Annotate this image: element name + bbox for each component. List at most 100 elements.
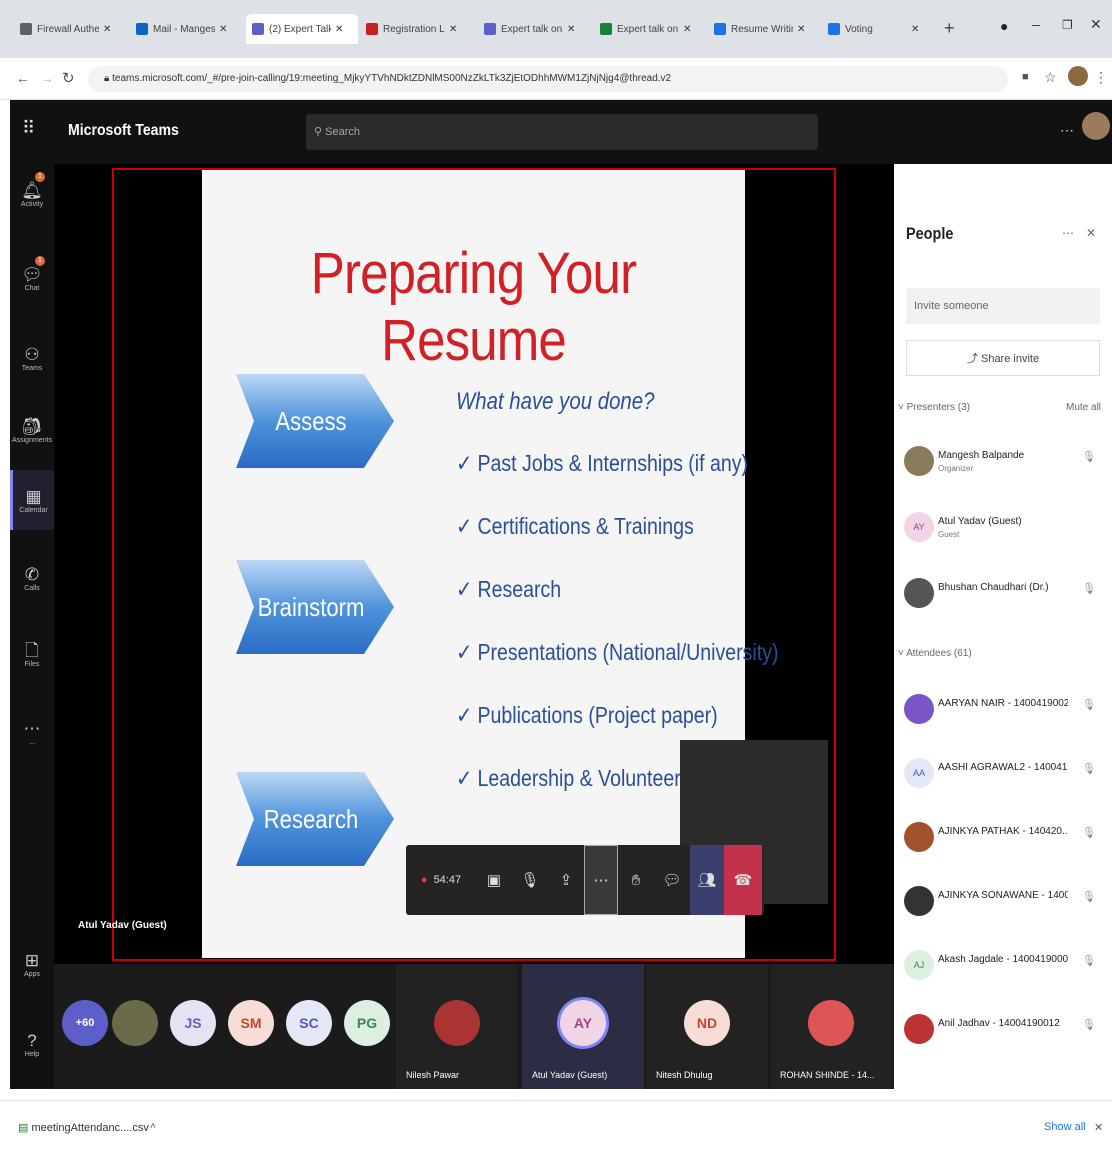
rail-item-phone[interactable]: ✆ Calls [10,548,54,608]
participant-avatar [904,1014,934,1044]
participant-avatar[interactable] [112,1000,158,1046]
user-avatar-icon[interactable] [1068,66,1088,86]
search-input[interactable]: ⚲ Search [306,114,818,150]
participant-row[interactable]: AJ Akash Jagdale - 14004190006 🎙︎ [904,944,1104,994]
call-controls: ● 54:47 ▣ 🎙︎ ⇪ ⋯ ✋︎ 💬︎ 👥︎ ☎︎ [406,845,764,915]
user-avatar[interactable] [1082,112,1110,140]
slide-bullet: ✓ Past Jobs & Internships (if any) [456,450,748,477]
download-item[interactable]: ▤ meetingAttendanc....csv [18,1121,149,1134]
rail-item-calendar[interactable]: ▦ Calendar [10,470,54,530]
chat-button[interactable]: 💬︎ [654,845,690,915]
share-button[interactable]: ⇪ [548,845,584,915]
tab-close-icon[interactable]: ✕ [567,24,575,35]
restore-icon[interactable]: ❐ [1062,18,1073,32]
tab-title: Registration Link [383,23,445,35]
mute-all-button[interactable]: Mute all [1066,402,1101,413]
tab-close-icon[interactable]: ✕ [683,24,691,35]
browser-menu-icon[interactable]: ⋮ [1094,69,1108,86]
browser-tab[interactable]: Registration Link ✕ [360,14,472,44]
participant-avatar[interactable]: SM [228,1000,274,1046]
profile-icon[interactable]: ● [1000,18,1008,34]
new-tab-button[interactable]: + [944,18,955,39]
mic-icon: 🎙︎ [1082,827,1096,839]
participant-avatar[interactable]: PG [344,1000,390,1046]
slide-bullet: ✓ Certifications & Trainings [456,513,694,540]
participant-row[interactable]: AA AASHI AGRAWAL2 - 140041... 🎙︎ [904,752,1104,802]
tab-close-icon[interactable]: ✕ [797,24,805,35]
panel-more-icon[interactable]: ⋯ [1062,226,1074,240]
app-launcher-icon[interactable]: ⠿ [22,118,35,139]
participant-avatar: AY [904,512,934,542]
invite-input[interactable]: Invite someone [906,288,1100,324]
bookmark-star-icon[interactable]: ☆ [1044,69,1057,86]
participant-row[interactable]: Anil Jadhav - 14004190012 🎙︎ [904,1008,1104,1058]
apps-icon: ⊞ [24,950,40,970]
tab-close-icon[interactable]: ✕ [449,24,457,35]
participant-row[interactable]: AARYAN NAIR - 14004190024 🎙︎ [904,688,1104,738]
url-field[interactable]: 🔒︎ teams.microsoft.com/_#/pre-join-calli… [88,66,1008,92]
participant-row[interactable]: AJINKYA PATHAK - 140420... 🎙︎ [904,816,1104,866]
participant-row[interactable]: Bhushan Chaudhari (Dr.) 🎙︎ [904,572,1104,622]
forward-icon[interactable]: → [40,70,54,86]
show-all-button[interactable]: Show all [1044,1121,1086,1133]
participant-avatar[interactable]: JS [170,1000,216,1046]
rail-item-teams[interactable]: ⚇ Teams [10,328,54,388]
back-icon[interactable]: ← [16,70,30,86]
overflow-participants-button[interactable]: +60 [62,1000,108,1046]
participant-row[interactable]: AJINKYA SONAWANE - 1400... 🎙︎ [904,880,1104,930]
tab-close-icon[interactable]: ✕ [103,24,111,35]
browser-tab[interactable]: Voting ✕ [822,14,934,44]
tab-close-icon[interactable]: ✕ [911,24,919,35]
participant-name: Akash Jagdale - 14004190006 [938,954,1068,965]
close-downloads-icon[interactable]: ✕ [1094,1121,1103,1134]
participant-name: Mangesh Balpande [938,450,1025,461]
rail-item-chat[interactable]: 💬︎ Chat 1 [10,248,54,308]
participant-avatar[interactable]: SC [286,1000,332,1046]
avatar-initials: PG [356,1015,378,1031]
mic-button[interactable]: 🎙︎ [512,845,548,915]
browser-tab[interactable]: (2) Expert Talk ✕ [246,14,358,44]
rail-item-files[interactable]: 🗋︎ Files [10,624,54,684]
extension-icon[interactable]: ■ [1022,71,1029,83]
rail-item-apps[interactable]: ⊞ Apps [10,934,54,994]
csv-file-icon: ▤ [18,1122,32,1134]
reload-icon[interactable]: ↻ [62,69,75,87]
participant-name: ROHAN SHINDE - 14... [780,1070,875,1080]
presentation-slide: Preparing Your Resume Assess Brainstorm Re… [202,170,778,958]
attendees-section-toggle[interactable]: ˅ Attendees (61) [898,648,972,659]
participant-avatar [904,694,934,724]
panel-close-icon[interactable]: ✕ [1086,226,1096,240]
participant-name: Atul Yadav (Guest) [938,516,1022,527]
camera-button[interactable]: ▣ [476,845,512,915]
rail-item-assignments[interactable]: 🎒︎ Assignments [10,400,54,460]
rail-item-more[interactable]: ⋯... [10,702,54,762]
more-actions-button[interactable]: ⋯ [584,845,618,915]
raise-hand-button[interactable]: ✋︎ [618,845,654,915]
presenters-section-toggle[interactable]: ˅ Presenters (3) [898,402,970,413]
participant-row[interactable]: AY Atul Yadav (Guest) Guest [904,506,1104,556]
mic-icon: 🎙︎ [520,872,540,889]
checkmark-icon: ✓ [456,450,473,476]
close-window-icon[interactable]: ✕ [1090,16,1102,33]
share-invite-button[interactable]: ⤴ Share invite [906,340,1100,376]
browser-tab[interactable]: Expert talk on Res ✕ [594,14,706,44]
participant-name: Atul Yadav (Guest) [532,1070,608,1080]
tab-close-icon[interactable]: ✕ [335,24,343,35]
rail-item-bell[interactable]: 🔔︎ Activity 1 [10,164,54,224]
participant-name: Anil Jadhav - 14004190012 [938,1018,1060,1029]
tab-close-icon[interactable]: ✕ [219,24,227,35]
browser-tab[interactable]: Mail - Mangesh B ✕ [130,14,242,44]
participant-row[interactable]: Mangesh Balpande Organizer 🎙︎ [904,440,1104,490]
browser-tab[interactable]: Resume Writing - ✕ [708,14,820,44]
participant-role: Guest [938,530,960,539]
more-options-icon[interactable]: ⋯ [1060,122,1074,139]
minimize-icon[interactable]: – [1032,16,1040,32]
download-menu-icon[interactable]: ˄ [150,1121,156,1132]
hang-up-button[interactable]: ☎︎ [724,845,762,915]
participants-button[interactable]: 👥︎ [690,845,724,915]
tab-favicon-icon [600,23,612,35]
rail-item-help[interactable]: ? Help [10,1014,54,1074]
tab-favicon-icon [484,23,496,35]
browser-tab[interactable]: Expert talk on Res ✕ [478,14,590,44]
browser-tab[interactable]: Firewall Authentic ✕ [14,14,126,44]
